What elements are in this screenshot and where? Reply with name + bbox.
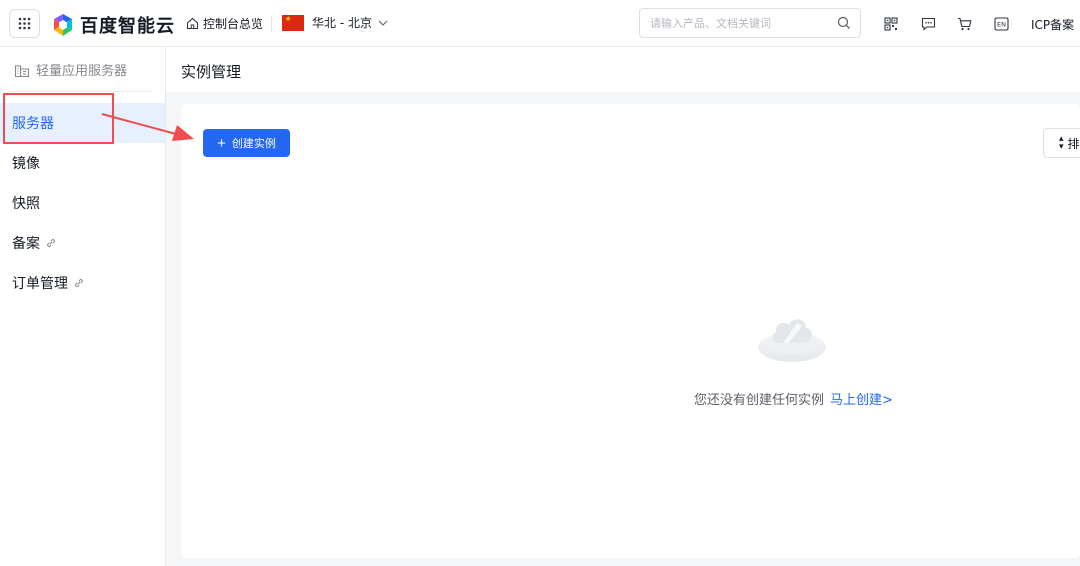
top-header: 百度智能云 控制台总览 ★ 华北 - 北京 请输入产品、文档关键词 EN ICP… [0, 0, 1080, 47]
sort-arrows-icon: ▴ ▾ [1059, 134, 1064, 152]
brand-logo-text: 百度智能云 [80, 16, 175, 37]
sidebar: 轻量应用服务器 服务器 镜像 快照 备案 订单管理 [0, 47, 166, 566]
sort-button[interactable]: ▴ ▾ 排 [1043, 128, 1080, 158]
product-title-label: 轻量应用服务器 [36, 64, 128, 79]
create-instance-button[interactable]: + 创建实例 [203, 129, 290, 157]
sidebar-item-label: 订单管理 [12, 276, 68, 292]
sidebar-item-snapshots[interactable]: 快照 [0, 183, 165, 223]
qrcode-icon[interactable] [883, 16, 899, 32]
sidebar-item-label: 快照 [12, 196, 40, 212]
region-selector[interactable]: ★ 华北 - 北京 [282, 14, 388, 31]
empty-state: 您还没有创建任何实例 马上创建> [694, 389, 893, 408]
sidebar-divider [8, 91, 152, 92]
console-overview-label: 控制台总览 [203, 17, 264, 31]
global-search [639, 8, 861, 38]
shopping-cart-icon[interactable] [956, 16, 972, 32]
sidebar-item-label: 备案 [12, 236, 40, 252]
home-icon [186, 17, 199, 30]
page-title: 实例管理 [181, 63, 242, 81]
empty-cloud-illustration [758, 319, 826, 362]
server-building-icon [14, 64, 30, 77]
sort-button-label: 排 [1067, 136, 1080, 151]
search-input[interactable] [650, 15, 825, 32]
brand-logo[interactable]: 百度智能云 [52, 12, 175, 38]
search-icon[interactable] [837, 16, 851, 30]
create-now-link[interactable]: 马上创建> [830, 393, 893, 408]
plus-icon: + [217, 134, 226, 152]
sidebar-item-servers[interactable]: 服务器 [0, 103, 165, 143]
region-label: 华北 - 北京 [312, 16, 372, 30]
sidebar-item-images[interactable]: 镜像 [0, 143, 165, 183]
instance-list-card [181, 104, 1080, 558]
sidebar-item-label: 镜像 [12, 156, 40, 172]
sidebar-item-filing[interactable]: 备案 [0, 223, 165, 263]
baidu-cloud-logo-icon [54, 14, 72, 36]
create-instance-label: 创建实例 [231, 138, 276, 150]
empty-state-text: 您还没有创建任何实例 [694, 393, 825, 408]
message-icon[interactable] [920, 16, 936, 32]
page-title-bar: 实例管理 [166, 47, 1080, 92]
external-link-icon [47, 239, 55, 247]
sidebar-item-orders[interactable]: 订单管理 [0, 263, 165, 303]
product-title: 轻量应用服务器 [14, 60, 127, 79]
app-menu-grid-icon[interactable] [9, 9, 40, 38]
sidebar-item-label: 服务器 [12, 116, 54, 132]
console-overview-link[interactable]: 控制台总览 [186, 15, 263, 32]
header-divider [271, 16, 272, 32]
language-switch-icon[interactable]: EN [993, 16, 1009, 32]
china-flag-icon: ★ [282, 14, 304, 31]
chevron-down-icon [378, 20, 388, 26]
language-switch-label: EN [997, 21, 1006, 29]
external-link-icon [75, 279, 83, 287]
icp-filing-link[interactable]: ICP备案 [1031, 16, 1074, 33]
